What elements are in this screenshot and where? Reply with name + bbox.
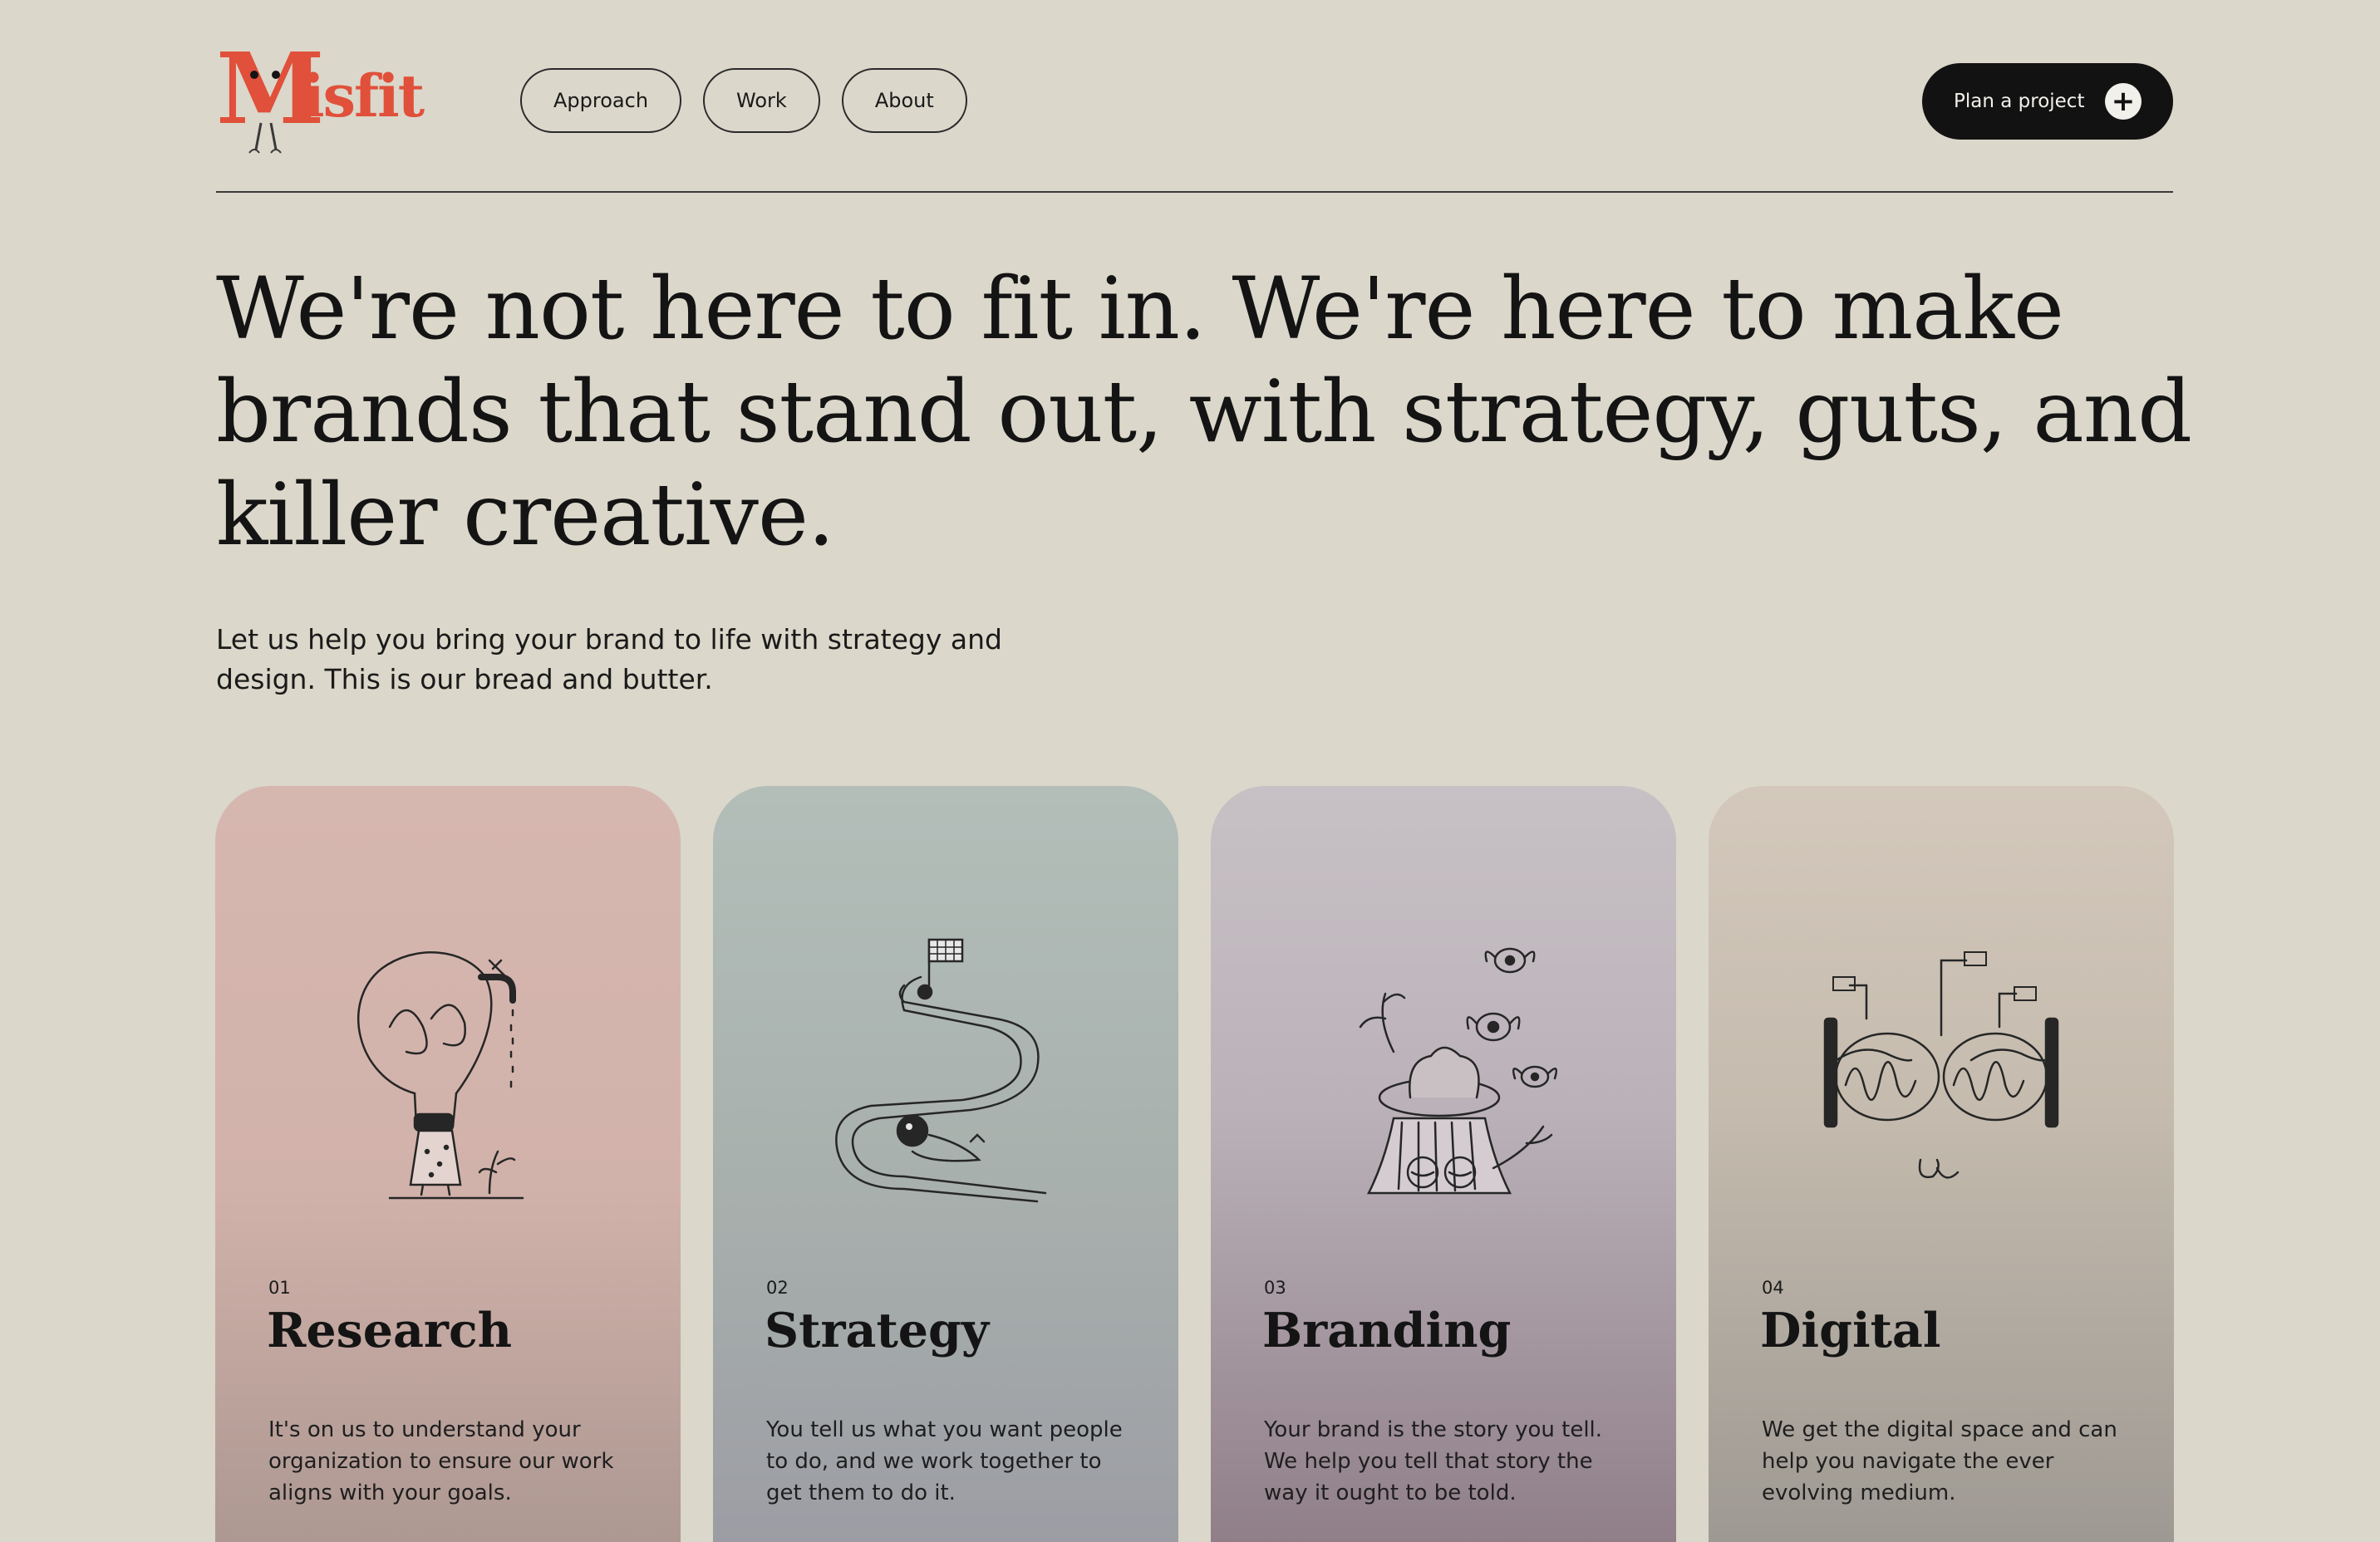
main-nav: Approach Work About — [520, 68, 967, 133]
plus-icon: + — [2105, 83, 2142, 120]
plan-project-button[interactable]: Plan a project + — [1922, 63, 2173, 140]
service-title: Digital — [1760, 1303, 1941, 1358]
svg-text:isfit: isfit — [302, 61, 425, 130]
service-title: Strategy — [765, 1303, 990, 1358]
tree-hat-eyes-illustration — [1359, 947, 1557, 1195]
service-number: 02 — [766, 1278, 789, 1298]
hero-headline: We're not here to fit in. We're here to … — [216, 259, 2192, 565]
service-card-branding[interactable]: 03 Branding Your brand is the story you … — [1211, 786, 1676, 1542]
plan-project-label: Plan a project — [1954, 91, 2085, 112]
service-card-digital[interactable]: 04 Digital We get the digital space and … — [1709, 786, 2174, 1542]
service-description: It's on us to understand your organizati… — [268, 1417, 614, 1505]
hero-subhead: Let us help you bring your brand to life… — [216, 623, 1002, 695]
nav-item-about[interactable]: About — [841, 68, 967, 133]
service-card-research[interactable]: 01 Research It's on us to understand you… — [215, 786, 681, 1542]
page: M isfit Approach Work About Plan a proje… — [0, 0, 2380, 1542]
service-number: 04 — [1762, 1278, 1784, 1298]
glasses-screens-illustration — [1823, 951, 2059, 1179]
lightbulb-faucet-illustration — [357, 951, 524, 1200]
services-cards: 01 Research It's on us to understand you… — [215, 786, 2174, 1542]
service-card-strategy[interactable]: 02 Strategy You tell us what you want pe… — [713, 786, 1178, 1542]
service-number: 03 — [1264, 1278, 1286, 1298]
service-description: We get the digital space and can help yo… — [1762, 1417, 2117, 1505]
site-header: M isfit Approach Work About Plan a proje… — [216, 0, 2173, 193]
service-number: 01 — [268, 1278, 291, 1298]
service-title: Research — [267, 1303, 513, 1358]
nav-item-approach[interactable]: Approach — [520, 68, 682, 133]
service-description: You tell us what you want people to do, … — [766, 1417, 1123, 1505]
misfit-logo[interactable]: M isfit — [216, 31, 453, 165]
service-title: Branding — [1262, 1303, 1512, 1358]
service-description: Your brand is the story you tell. We hel… — [1264, 1417, 1603, 1505]
nav-item-work[interactable]: Work — [703, 68, 820, 133]
winding-road-flag-illustration — [835, 938, 1047, 1203]
